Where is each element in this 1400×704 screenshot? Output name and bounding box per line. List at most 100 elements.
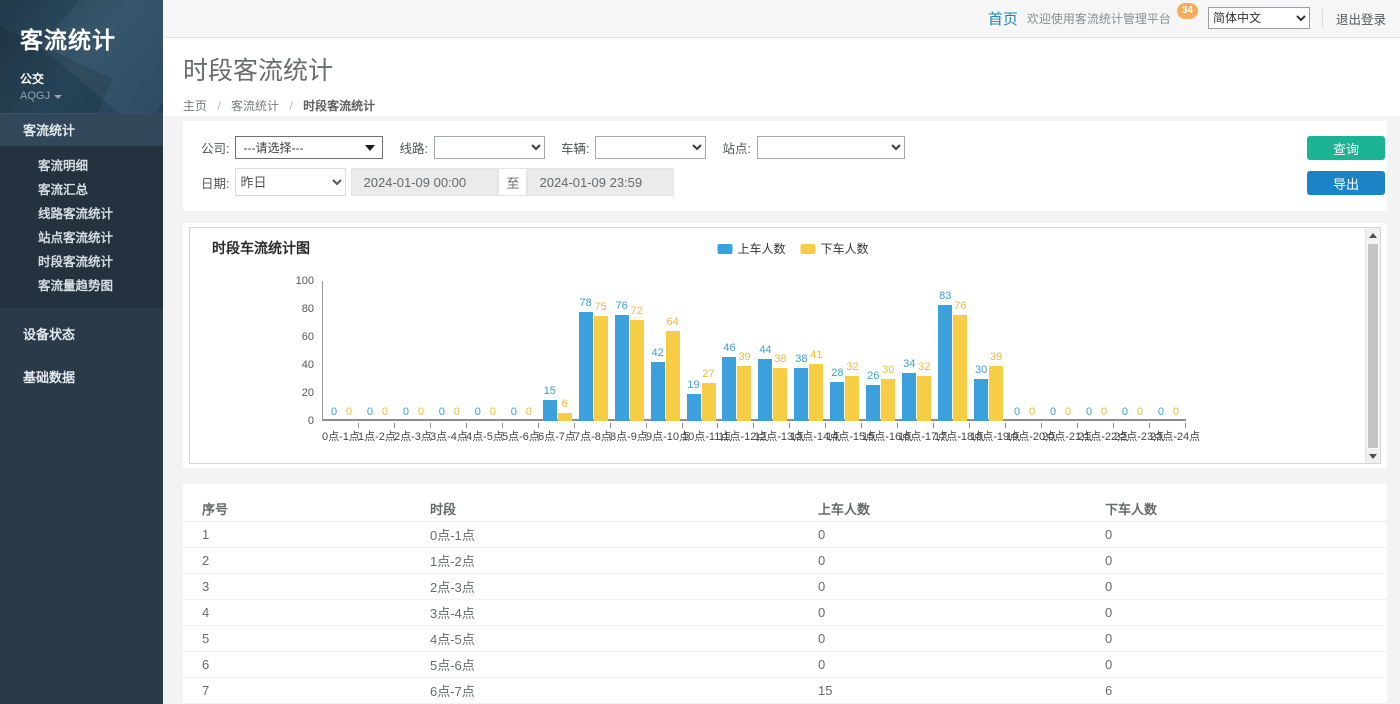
chart-plot-area: 020406080100 000000000000156787576724264… [284, 281, 1380, 421]
user-dropdown[interactable]: AQGJ [20, 90, 163, 102]
sidebar-subitem[interactable]: 客流明细 [0, 154, 163, 178]
bar-value-label: 0 [1093, 406, 1115, 418]
station-select[interactable] [757, 136, 905, 159]
sidebar-subitem[interactable]: 客流量趋势图 [0, 274, 163, 298]
x-tick-mark [358, 423, 359, 428]
bar-alighting [594, 316, 608, 421]
x-axis-label: 22点-23点 [1114, 428, 1150, 444]
bar-value-label: 38 [769, 353, 791, 365]
bar-alighting [737, 366, 751, 421]
x-tick-mark [646, 423, 647, 428]
date-to-input[interactable]: 2024-01-09 23:59 [527, 168, 674, 196]
sidebar-item-device-status[interactable]: 设备状态 [0, 318, 163, 351]
filter-panel: 公司: ---请选择--- 线路: 车辆: 站点: 日期: 昨日 [183, 121, 1387, 211]
legend-item-alighting[interactable]: 下车人数 [801, 240, 869, 257]
chart-bar-group: 1927 [683, 281, 719, 421]
chart-bar-group: 00 [1006, 281, 1042, 421]
chart-bar-group: 00 [503, 281, 539, 421]
y-tick-label: 60 [302, 331, 314, 343]
data-table-panel: 序号 时段 上车人数 下车人数 10点-1点0021点-2点0032点-3点00… [183, 484, 1387, 704]
sidebar-subitem[interactable]: 客流汇总 [0, 178, 163, 202]
chart-bar-group: 00 [1042, 281, 1078, 421]
filter-row-1: 公司: ---请选择--- 线路: 车辆: 站点: [201, 136, 1369, 159]
table-header-period: 时段 [430, 499, 818, 518]
sidebar-item-passenger-stats[interactable]: 客流统计 [0, 113, 163, 146]
notification-badge[interactable]: 34 [1177, 3, 1198, 19]
user-name: AQGJ [20, 90, 50, 102]
x-axis-label: 8点-9点 [610, 428, 646, 444]
chart-bar-group: 4438 [754, 281, 790, 421]
bar-alighting [917, 376, 931, 421]
bar-alighting [558, 413, 572, 421]
breadcrumb-separator: / [289, 99, 292, 113]
language-select[interactable]: 简体中文 [1208, 7, 1310, 29]
home-link[interactable]: 首页 [988, 8, 1018, 29]
chart-bar-group: 3432 [898, 281, 934, 421]
bar-value-label: 32 [841, 361, 863, 373]
x-tick-mark [933, 423, 934, 428]
x-axis-label: 2点-3点 [394, 428, 430, 444]
scroll-up-button[interactable] [1366, 228, 1380, 242]
x-tick-mark [430, 423, 431, 428]
sidebar-subitem[interactable]: 线路客流统计 [0, 202, 163, 226]
line-select[interactable] [434, 136, 545, 159]
x-axis-label: 21点-22点 [1078, 428, 1114, 444]
x-tick-mark [574, 423, 575, 428]
table-cell: 0 [818, 605, 1105, 620]
bar-alighting [953, 315, 967, 421]
y-tick-label: 20 [302, 387, 314, 399]
content: 公司: ---请选择--- 线路: 车辆: 站点: 日期: 昨日 [163, 116, 1400, 704]
x-axis-label: 4点-5点 [466, 428, 502, 444]
chart-bar-group: 4264 [647, 281, 683, 421]
table-cell: 6 [202, 657, 430, 672]
legend-item-boarding[interactable]: 上车人数 [717, 240, 785, 257]
scroll-down-button[interactable] [1366, 449, 1380, 463]
company-select-value: ---请选择--- [243, 139, 303, 156]
brand-title: 客流统计 [20, 21, 163, 55]
query-button[interactable]: 查询 [1307, 136, 1385, 160]
logout-link[interactable]: 退出登录 [1322, 9, 1386, 28]
sidebar-brand: 客流统计 公交 AQGJ [0, 0, 163, 113]
table-cell: 1点-2点 [430, 551, 818, 570]
x-axis-label: 20点-21点 [1042, 428, 1078, 444]
bar-value-label: 0 [1021, 406, 1043, 418]
sidebar-item-base-data[interactable]: 基础数据 [0, 361, 163, 394]
breadcrumb-section[interactable]: 客流统计 [231, 99, 279, 113]
bar-alighting [666, 331, 680, 421]
sidebar-subitem[interactable]: 站点客流统计 [0, 226, 163, 250]
main-area: 首页 欢迎使用客流统计管理平台 34 简体中文 退出登录 时段 客流统计 主页 /… [163, 0, 1400, 704]
scrollbar-thumb[interactable] [1368, 244, 1378, 448]
table-cell: 0 [818, 527, 1105, 542]
x-tick-mark [789, 423, 790, 428]
breadcrumb: 主页 / 客流统计 / 时段客流统计 [183, 97, 1400, 114]
chart-bar-group: 00 [1114, 281, 1150, 421]
chart-bar-group: 00 [431, 281, 467, 421]
date-label: 日期: [201, 173, 229, 192]
export-button[interactable]: 导出 [1307, 171, 1385, 195]
table-row: 43点-4点00 [183, 600, 1387, 626]
table-cell: 4点-5点 [430, 629, 818, 648]
bar-value-label: 75 [590, 301, 612, 313]
vertical-scrollbar[interactable] [1365, 228, 1380, 463]
x-tick-mark [861, 423, 862, 428]
vehicle-select[interactable] [595, 136, 706, 159]
bar-boarding [579, 312, 593, 421]
table-row: 54点-5点00 [183, 626, 1387, 652]
breadcrumb-home[interactable]: 主页 [183, 99, 207, 113]
sidebar-subitem[interactable]: 时段客流统计 [0, 250, 163, 274]
bar-boarding [687, 394, 701, 421]
x-axis-label: 15点-16点 [862, 428, 898, 444]
bar-value-label: 0 [410, 406, 432, 418]
bar-value-label: 76 [949, 300, 971, 312]
chart-bar-group: 00 [1078, 281, 1114, 421]
company-select[interactable]: ---请选择--- [235, 136, 383, 159]
bar-alighting [845, 376, 859, 421]
bar-value-label: 0 [374, 406, 396, 418]
arrow-up-icon [1369, 233, 1377, 238]
date-from-input[interactable]: 2024-01-09 00:00 [351, 168, 498, 196]
date-preset-select[interactable]: 昨日 [235, 168, 346, 196]
welcome-text: 欢迎使用客流统计管理平台 [1027, 10, 1171, 27]
table-cell: 15 [818, 683, 1105, 698]
bar-alighting [702, 383, 716, 421]
bar-value-label: 15 [539, 385, 561, 397]
